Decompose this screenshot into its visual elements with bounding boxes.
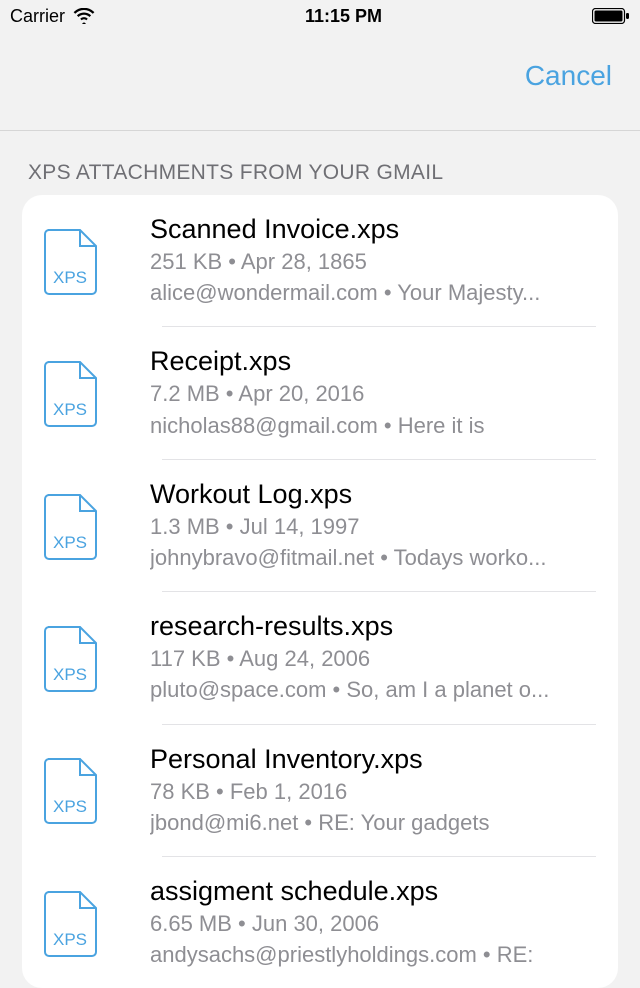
nav-bar: Cancel (0, 32, 640, 130)
file-icon: XPS (44, 875, 150, 970)
file-name: research-results.xps (150, 610, 596, 643)
file-icon: XPS (44, 213, 150, 308)
svg-text:XPS: XPS (53, 930, 87, 949)
svg-text:XPS: XPS (53, 797, 87, 816)
status-time: 11:15 PM (305, 6, 382, 27)
list-item[interactable]: XPS research-results.xps117 KB • Aug 24,… (22, 592, 618, 723)
file-icon: XPS (44, 478, 150, 573)
file-meta: 251 KB • Apr 28, 1865 (150, 246, 596, 277)
item-content: assigment schedule.xps6.65 MB • Jun 30, … (150, 875, 596, 970)
list-item[interactable]: XPS Workout Log.xps1.3 MB • Jul 14, 1997… (22, 460, 618, 591)
file-name: assigment schedule.xps (150, 875, 596, 908)
attachments-card: XPS Scanned Invoice.xps251 KB • Apr 28, … (22, 195, 618, 988)
item-content: Receipt.xps7.2 MB • Apr 20, 2016nicholas… (150, 345, 596, 440)
file-name: Workout Log.xps (150, 478, 596, 511)
battery-icon (592, 8, 630, 24)
file-name: Personal Inventory.xps (150, 743, 596, 776)
file-icon: XPS (44, 610, 150, 705)
svg-text:XPS: XPS (53, 533, 87, 552)
wifi-icon (73, 8, 95, 24)
svg-text:XPS: XPS (53, 400, 87, 419)
item-content: Personal Inventory.xps78 KB • Feb 1, 201… (150, 743, 596, 838)
list-item[interactable]: XPS Scanned Invoice.xps251 KB • Apr 28, … (22, 195, 618, 326)
file-icon: XPS (44, 345, 150, 440)
svg-text:XPS: XPS (53, 268, 87, 287)
list-item[interactable]: XPS assigment schedule.xps6.65 MB • Jun … (22, 857, 618, 988)
file-icon: XPS (44, 743, 150, 838)
status-bar: Carrier 11:15 PM (0, 0, 640, 32)
file-from-subject: johnybravo@fitmail.net • Todays worko... (150, 542, 596, 573)
item-content: Scanned Invoice.xps251 KB • Apr 28, 1865… (150, 213, 596, 308)
item-content: research-results.xps117 KB • Aug 24, 200… (150, 610, 596, 705)
file-from-subject: pluto@space.com • So, am I a planet o... (150, 674, 596, 705)
file-name: Scanned Invoice.xps (150, 213, 596, 246)
list-item[interactable]: XPS Personal Inventory.xps78 KB • Feb 1,… (22, 725, 618, 856)
list-item[interactable]: XPS Receipt.xps7.2 MB • Apr 20, 2016nich… (22, 327, 618, 458)
file-meta: 6.65 MB • Jun 30, 2006 (150, 908, 596, 939)
file-from-subject: alice@wondermail.com • Your Majesty... (150, 277, 596, 308)
file-meta: 1.3 MB • Jul 14, 1997 (150, 511, 596, 542)
file-from-subject: nicholas88@gmail.com • Here it is (150, 410, 596, 441)
status-left: Carrier (10, 6, 95, 27)
file-name: Receipt.xps (150, 345, 596, 378)
carrier-label: Carrier (10, 6, 65, 27)
file-meta: 117 KB • Aug 24, 2006 (150, 643, 596, 674)
section-header: XPS ATTACHMENTS FROM YOUR GMAIL (0, 131, 640, 195)
file-from-subject: jbond@mi6.net • RE: Your gadgets (150, 807, 596, 838)
file-from-subject: andysachs@priestlyholdings.com • RE: (150, 939, 596, 970)
file-meta: 78 KB • Feb 1, 2016 (150, 776, 596, 807)
file-meta: 7.2 MB • Apr 20, 2016 (150, 378, 596, 409)
svg-text:XPS: XPS (53, 665, 87, 684)
item-content: Workout Log.xps1.3 MB • Jul 14, 1997john… (150, 478, 596, 573)
cancel-button[interactable]: Cancel (525, 60, 612, 92)
